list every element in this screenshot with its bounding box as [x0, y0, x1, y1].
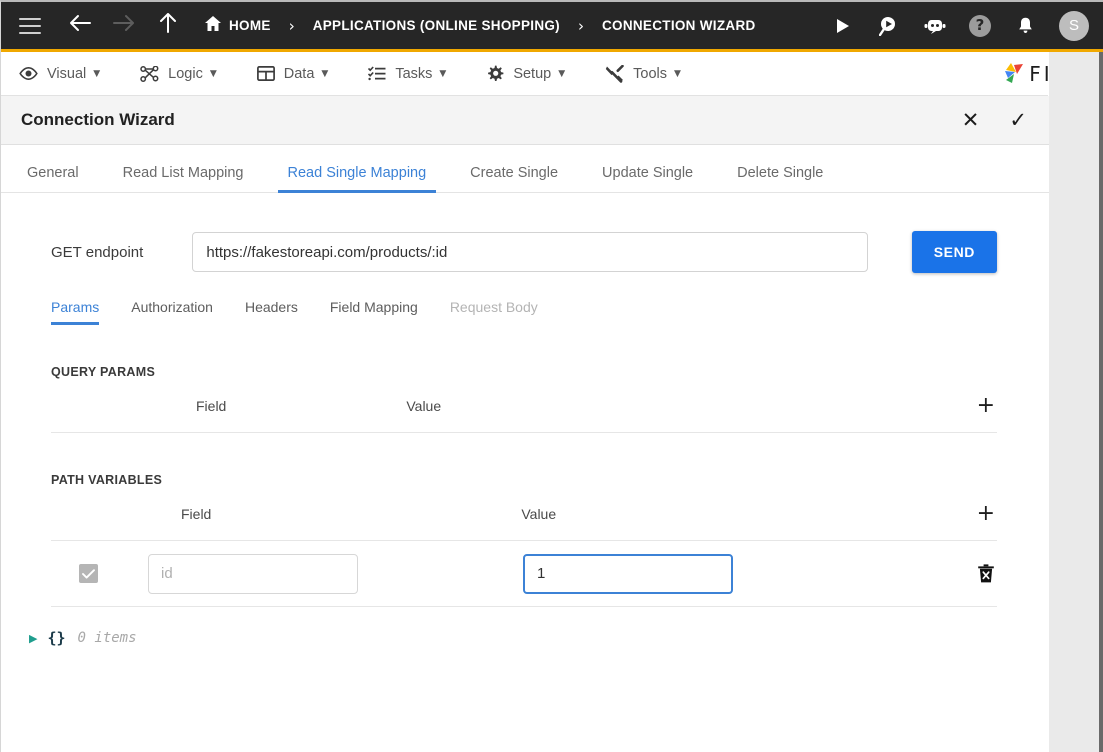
query-params-title: QUERY PARAMS	[51, 365, 156, 379]
subtab-authorization[interactable]: Authorization	[131, 299, 213, 325]
trash-icon[interactable]	[977, 564, 997, 583]
notifications-icon[interactable]	[1013, 14, 1037, 38]
chevron-right-icon: ›	[288, 16, 295, 35]
topbar-actions: ? S	[831, 10, 1089, 41]
chevron-down-icon: ▼	[674, 68, 681, 79]
breadcrumb-item-applications[interactable]: APPLICATIONS (ONLINE SHOPPING)	[313, 18, 560, 33]
breadcrumb: HOME › APPLICATIONS (ONLINE SHOPPING) › …	[205, 16, 756, 35]
dialog-title-bar: Connection Wizard ✕ ✓	[1, 96, 1049, 145]
column-header-field: Field	[181, 505, 212, 522]
table-icon	[256, 66, 275, 81]
hamburger-icon[interactable]	[19, 17, 41, 34]
confirm-check-icon[interactable]: ✓	[1009, 109, 1027, 131]
menu-item-label: Setup	[513, 65, 552, 82]
tab-update-single[interactable]: Update Single	[596, 165, 699, 192]
gear-icon	[486, 65, 504, 83]
menu-item-tools[interactable]: Tools ▼	[605, 64, 681, 83]
response-json-viewer[interactable]: ▶ {} 0 items	[29, 629, 997, 647]
logic-nodes-icon	[140, 65, 159, 82]
menu-item-setup[interactable]: Setup ▼	[486, 65, 565, 83]
arrow-up-icon[interactable]	[153, 13, 183, 38]
dialog-panel: Connection Wizard ✕ ✓ General Read List …	[1, 96, 1049, 647]
menu-item-logic[interactable]: Logic ▼	[140, 65, 217, 82]
json-item-count: 0 items	[77, 630, 137, 646]
menu-item-visual[interactable]: Visual ▼	[19, 66, 100, 82]
chevron-down-icon: ▼	[558, 68, 566, 79]
arrow-right-icon[interactable]	[109, 14, 139, 37]
close-icon[interactable]: ✕	[962, 109, 980, 131]
path-variables-title: PATH VARIABLES	[51, 473, 163, 487]
avatar[interactable]: S	[1059, 10, 1089, 41]
dialog-body: GET endpoint SEND Params Authorization H…	[1, 193, 1049, 647]
search-play-icon[interactable]	[877, 14, 901, 38]
column-header-value: Value	[521, 505, 557, 522]
tab-general[interactable]: General	[21, 165, 85, 192]
menu-item-tasks[interactable]: Tasks ▼	[368, 66, 446, 82]
row-enabled-checkbox[interactable]	[79, 564, 98, 583]
dialog-action-buttons: ✕ ✓	[962, 109, 1027, 131]
menu-item-label: Tasks	[395, 65, 433, 82]
add-path-variable-button[interactable]: +	[977, 502, 997, 525]
eye-icon	[19, 67, 38, 80]
run-icon[interactable]	[831, 14, 855, 38]
chevron-down-icon: ▼	[209, 68, 217, 79]
subtab-params[interactable]: Params	[51, 299, 100, 325]
chevron-down-icon: ▼	[439, 68, 447, 79]
path-variables-header-row: Field Value +	[51, 487, 997, 541]
arrow-left-icon[interactable]	[65, 14, 95, 37]
table-row	[51, 541, 997, 607]
path-variable-field-input[interactable]	[148, 553, 358, 594]
main-tab-bar: General Read List Mapping Read Single Ma…	[1, 145, 1049, 193]
chevron-right-icon: ›	[577, 16, 584, 35]
column-header-value: Value	[406, 397, 442, 414]
menu-item-label: Visual	[47, 65, 87, 82]
endpoint-row: GET endpoint SEND	[51, 231, 997, 273]
menu-item-label: Logic	[168, 65, 203, 82]
right-gutter	[1048, 52, 1103, 752]
path-variables-table: Field Value +	[51, 487, 997, 607]
tools-icon	[605, 64, 624, 83]
breadcrumb-item-home[interactable]: HOME	[229, 18, 271, 33]
home-icon	[205, 16, 221, 35]
page-title: Connection Wizard	[21, 110, 175, 129]
subtab-headers[interactable]: Headers	[245, 299, 298, 325]
menu-item-label: Data	[283, 65, 315, 82]
expand-triangle-icon[interactable]: ▶	[29, 632, 37, 645]
query-params-table: Field Value +	[51, 379, 997, 433]
breadcrumb-item-connection-wizard[interactable]: CONNECTION WIZARD	[602, 18, 756, 33]
application-menu-bar: Visual ▼ Logic ▼ Data ▼ Tasks ▼ Setup ▼ …	[1, 52, 1103, 96]
tab-read-list-mapping[interactable]: Read List Mapping	[117, 165, 250, 192]
subtab-field-mapping[interactable]: Field Mapping	[330, 299, 418, 325]
endpoint-label: GET endpoint	[51, 243, 144, 261]
chevron-down-icon: ▼	[321, 68, 329, 79]
five-mark-icon	[1005, 62, 1024, 83]
column-header-field: Field	[196, 397, 227, 414]
subtab-request-body: Request Body	[449, 299, 538, 315]
chatbot-icon[interactable]	[923, 14, 947, 38]
request-sub-tab-bar: Params Authorization Headers Field Mappi…	[51, 299, 997, 325]
menu-item-label: Tools	[633, 65, 667, 82]
endpoint-url-input[interactable]	[192, 232, 868, 272]
path-variable-value-input[interactable]	[523, 553, 733, 594]
tab-read-single-mapping[interactable]: Read Single Mapping	[277, 165, 436, 193]
tab-delete-single[interactable]: Delete Single	[731, 165, 829, 192]
top-navigation-bar: HOME › APPLICATIONS (ONLINE SHOPPING) › …	[1, 2, 1103, 52]
add-query-param-button[interactable]: +	[977, 394, 997, 417]
tab-create-single[interactable]: Create Single	[464, 165, 564, 192]
chevron-down-icon: ▼	[93, 68, 101, 79]
app-window: HOME › APPLICATIONS (ONLINE SHOPPING) › …	[0, 0, 1103, 752]
menu-item-data[interactable]: Data ▼	[256, 65, 329, 82]
send-button[interactable]: SEND	[911, 231, 997, 273]
query-params-header-row: Field Value +	[51, 379, 997, 433]
help-icon[interactable]: ?	[969, 14, 991, 37]
tasks-list-icon	[368, 66, 386, 81]
json-braces: {}	[47, 629, 66, 647]
